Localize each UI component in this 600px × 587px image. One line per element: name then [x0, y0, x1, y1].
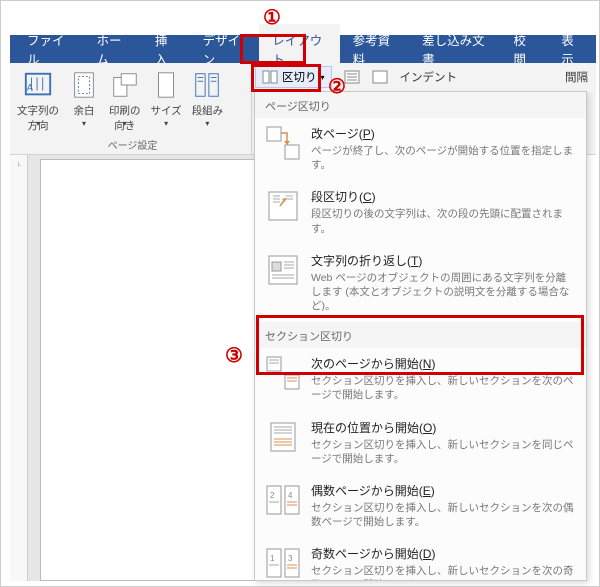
svg-text:3: 3	[288, 554, 293, 563]
item-desc: ページが終了し、次のページが開始する位置を指定します。	[311, 144, 576, 172]
item-desc: セクション区切りを挿入し、新しいセクションを次の奇数ページで開始します。	[311, 564, 576, 581]
indent-label: インデント	[400, 69, 458, 85]
annotation-1: ①	[263, 5, 281, 30]
page-break-icon	[265, 125, 301, 161]
item-even-page[interactable]: 24 偶数ページから開始(E) セクション区切りを挿入し、新しいセクションを次の…	[255, 475, 586, 538]
columns-icon	[192, 70, 222, 100]
dropdown-arrow-icon: ▾	[82, 119, 86, 128]
margins-icon	[69, 70, 99, 100]
text-direction-icon: A	[23, 70, 53, 100]
spacing-label: 間隔	[565, 69, 588, 85]
item-continuous[interactable]: 現在の位置から開始(O) セクション区切りを挿入し、新しいセクションを同じページ…	[255, 412, 586, 475]
svg-text:4: 4	[288, 491, 293, 500]
svg-text:2: 2	[270, 491, 275, 500]
document-page[interactable]	[40, 159, 255, 581]
vertical-ruler: └	[10, 155, 28, 581]
upper-ribbon-strip: 区切り ▾ インデント 間隔	[251, 63, 596, 91]
svg-text:A: A	[27, 83, 34, 93]
item-title: 文字列の折り返し(T)	[311, 252, 576, 269]
column-break-icon	[265, 188, 301, 224]
item-desc: 段区切りの後の文字列は、次の段の先頭に配置されます。	[311, 207, 576, 235]
item-title: 奇数ページから開始(D)	[311, 545, 576, 562]
item-page-break[interactable]: 改ページ(P) ページが終了し、次のページが開始する位置を指定します。	[255, 118, 586, 181]
size-label: サイズ	[151, 103, 182, 118]
orientation-icon	[110, 70, 140, 100]
text-direction-label: 文字列の 方向	[17, 103, 59, 133]
next-page-icon	[265, 355, 301, 391]
item-desc: セクション区切りを挿入し、新しいセクションを同じページで開始します。	[311, 438, 576, 466]
margins-label: 余白	[74, 103, 95, 118]
breaks-button[interactable]: 区切り ▾	[255, 66, 332, 88]
item-title: 現在の位置から開始(O)	[311, 419, 576, 436]
item-odd-page[interactable]: 13 奇数ページから開始(D) セクション区切りを挿入し、新しいセクションを次の…	[255, 538, 586, 581]
columns-button[interactable]: 段組み ▾	[187, 66, 229, 138]
text-direction-button[interactable]: A 文字列の 方向 ▾	[12, 66, 64, 138]
item-title: 偶数ページから開始(E)	[311, 482, 576, 499]
item-desc: Web ページのオブジェクトの周囲にある文字列を分離します (本文とオブジェクト…	[311, 271, 576, 314]
svg-text:1: 1	[270, 554, 275, 563]
dropdown-arrow-icon: ▾	[164, 119, 168, 128]
item-desc: セクション区切りを挿入し、新しいセクションを次のページで開始します。	[311, 374, 576, 402]
item-desc: セクション区切りを挿入し、新しいセクションを次の偶数ページで開始します。	[311, 501, 576, 529]
section-header-page-breaks: ページ区切り	[255, 92, 586, 118]
margins-button[interactable]: 余白 ▾	[64, 66, 104, 138]
ribbon-tabs: ファイル ホーム 挿入 デザイン レイアウト 参考資料 差し込み文書 校閲 表示	[10, 35, 596, 63]
continuous-icon	[265, 419, 301, 455]
orientation-button[interactable]: 印刷の 向き ▾	[104, 66, 146, 138]
item-text-wrapping[interactable]: 文字列の折り返し(T) Web ページのオブジェクトの周囲にある文字列を分離しま…	[255, 245, 586, 323]
group-label-page-setup: ページ設定	[12, 137, 253, 152]
annotation-2: ②	[328, 74, 346, 99]
hyphenation-icon[interactable]	[372, 70, 388, 84]
section-header-section-breaks: セクション区切り	[255, 322, 586, 348]
item-title: 改ページ(P)	[311, 125, 576, 142]
columns-label: 段組み	[192, 103, 224, 118]
orientation-label: 印刷の 向き	[109, 103, 141, 133]
size-icon	[151, 70, 181, 100]
item-title: 次のページから開始(N)	[311, 355, 576, 372]
dropdown-arrow-icon: ▾	[123, 119, 127, 128]
even-page-icon: 24	[265, 482, 301, 518]
annotation-3: ③	[225, 343, 243, 368]
dropdown-arrow-icon: ▾	[321, 73, 325, 82]
breaks-icon	[262, 70, 278, 84]
breaks-dropdown: ページ区切り 改ページ(P) ページが終了し、次のページが開始する位置を指定しま…	[254, 91, 587, 581]
breaks-label: 区切り	[282, 69, 317, 85]
item-next-page[interactable]: 次のページから開始(N) セクション区切りを挿入し、新しいセクションを次のページ…	[255, 348, 586, 411]
text-wrapping-icon	[265, 252, 301, 288]
odd-page-icon: 13	[265, 545, 301, 581]
item-column-break[interactable]: 段区切り(C) 段区切りの後の文字列は、次の段の先頭に配置されます。	[255, 181, 586, 244]
item-title: 段区切り(C)	[311, 188, 576, 205]
document-area: └	[10, 155, 255, 581]
dropdown-arrow-icon: ▾	[36, 119, 40, 128]
size-button[interactable]: サイズ ▾	[146, 66, 187, 138]
dropdown-arrow-icon: ▾	[205, 119, 209, 128]
